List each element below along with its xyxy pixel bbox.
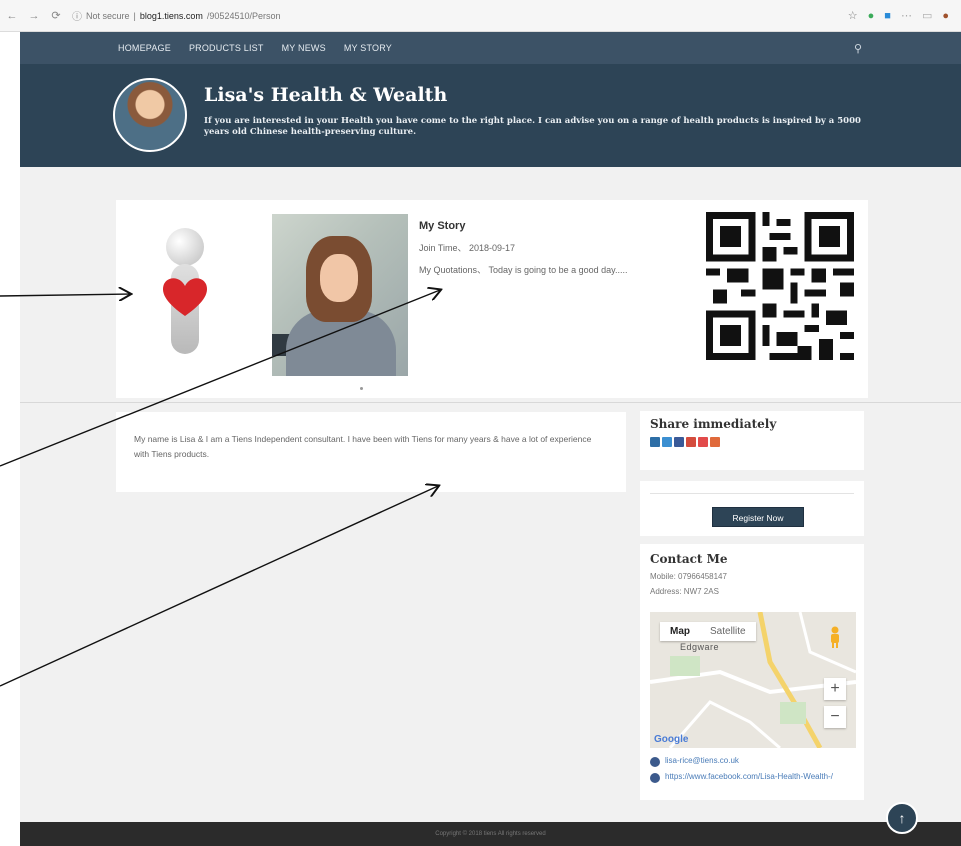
- zoom-in-button[interactable]: +: [824, 678, 846, 700]
- bio-card: My name is Lisa & I am a Tiens Independe…: [116, 412, 626, 492]
- weibo-icon[interactable]: [698, 437, 708, 447]
- extension-gray-icon[interactable]: ⋯: [901, 9, 912, 22]
- google-logo: Google: [654, 734, 689, 745]
- url-security: Not secure: [86, 10, 130, 21]
- website: HOMEPAGE PRODUCTS LIST MY NEWS MY STORY …: [20, 32, 961, 846]
- section-divider: [20, 402, 961, 403]
- nav-my-news[interactable]: MY NEWS: [282, 43, 326, 53]
- join-time: Join Time、 2018-09-17: [419, 243, 516, 253]
- site-description: If you are interested in your Health you…: [204, 116, 861, 137]
- register-card: Register Now: [640, 481, 864, 536]
- bio-text: My name is Lisa & I am a Tiens Independe…: [134, 434, 592, 459]
- back-icon[interactable]: ←: [6, 10, 18, 22]
- share-heading: Share immediately: [650, 417, 777, 431]
- contact-card: Contact Me Mobile: 07966458147 Address: …: [640, 544, 864, 800]
- contact-address: Address: NW7 2AS: [650, 587, 719, 596]
- story-info: My Story Join Time、 2018-09-17 My Quotat…: [419, 220, 627, 285]
- url-separator: |: [133, 10, 136, 21]
- carousel-dot[interactable]: [360, 387, 363, 390]
- browser-toolbar: ← → ⟳ ⓘ Not secure | blog1.tiens.com/905…: [0, 0, 961, 32]
- heart-figure-image: [154, 228, 216, 368]
- site-title: Lisa's Health & Wealth: [204, 84, 448, 106]
- contact-mobile: Mobile: 07966458147: [650, 572, 727, 581]
- avatar: [113, 78, 187, 152]
- map-tab-map[interactable]: Map: [660, 622, 700, 641]
- linkedin-icon[interactable]: [650, 437, 660, 447]
- facebook-round-icon: [650, 773, 660, 783]
- extension-green-icon[interactable]: ●: [868, 10, 875, 22]
- top-navigation: HOMEPAGE PRODUCTS LIST MY NEWS MY STORY …: [20, 32, 961, 64]
- url-host: blog1.tiens.com: [139, 10, 203, 21]
- register-button[interactable]: Register Now: [712, 507, 804, 527]
- map-tabs: Map Satellite: [660, 622, 756, 641]
- profile-photo: [272, 214, 408, 376]
- page-footer: Copyright © 2018 tiens All rights reserv…: [20, 822, 961, 846]
- heart-icon: [162, 278, 208, 316]
- more-icon[interactable]: [710, 437, 720, 447]
- pegman-icon[interactable]: [828, 626, 842, 648]
- nav-products-list[interactable]: PRODUCTS LIST: [189, 43, 264, 53]
- extension-cast-icon[interactable]: ▭: [922, 9, 932, 22]
- email-text: lisa-rice@tiens.co.uk: [665, 756, 739, 765]
- register-rule: [650, 493, 854, 494]
- email-link[interactable]: lisa-rice@tiens.co.uk: [650, 756, 739, 767]
- zoom-out-button[interactable]: −: [824, 706, 846, 728]
- share-icons: [650, 437, 854, 447]
- back-to-top-button[interactable]: ↑: [886, 802, 918, 834]
- url-path: /90524510/Person: [206, 10, 281, 21]
- map-place-label: Edgware: [680, 642, 720, 652]
- profile-icon[interactable]: ●: [942, 10, 949, 22]
- address-bar[interactable]: ⓘ Not secure | blog1.tiens.com/90524510/…: [72, 8, 281, 24]
- info-icon[interactable]: ⓘ: [72, 8, 82, 23]
- figure-head: [166, 228, 204, 266]
- google-plus-icon[interactable]: [686, 437, 696, 447]
- qr-code: [706, 212, 854, 360]
- facebook-text: https://www.facebook.com/Lisa-Health-Wea…: [665, 772, 833, 781]
- email-icon: [650, 757, 660, 767]
- bookmark-star-icon[interactable]: ☆: [848, 9, 858, 22]
- nav-homepage[interactable]: HOMEPAGE: [118, 43, 171, 53]
- header-banner: Lisa's Health & Wealth If you are intere…: [20, 64, 961, 167]
- map-tab-satellite[interactable]: Satellite: [700, 622, 756, 641]
- reload-icon[interactable]: ⟳: [50, 9, 62, 22]
- facebook-icon[interactable]: [674, 437, 684, 447]
- forward-icon[interactable]: →: [28, 10, 40, 22]
- nav-my-story[interactable]: MY STORY: [344, 43, 392, 53]
- share-card: Share immediately: [640, 411, 864, 470]
- search-icon[interactable]: ⚲: [854, 42, 862, 55]
- contact-heading: Contact Me: [650, 552, 728, 566]
- facebook-link[interactable]: https://www.facebook.com/Lisa-Health-Wea…: [650, 772, 840, 783]
- map-widget[interactable]: Map Satellite Edgware + − Google: [650, 612, 856, 748]
- twitter-icon[interactable]: [662, 437, 672, 447]
- extension-blue-icon[interactable]: ■: [884, 10, 891, 22]
- story-title[interactable]: My Story: [419, 220, 627, 232]
- footer-copyright: Copyright © 2018 tiens All rights reserv…: [435, 831, 546, 837]
- screenshot: ← → ⟳ ⓘ Not secure | blog1.tiens.com/905…: [0, 0, 961, 846]
- profile-card: My Story Join Time、 2018-09-17 My Quotat…: [116, 200, 868, 398]
- photo-face: [320, 254, 358, 302]
- quotation: My Quotations、 Today is going to be a go…: [419, 265, 628, 275]
